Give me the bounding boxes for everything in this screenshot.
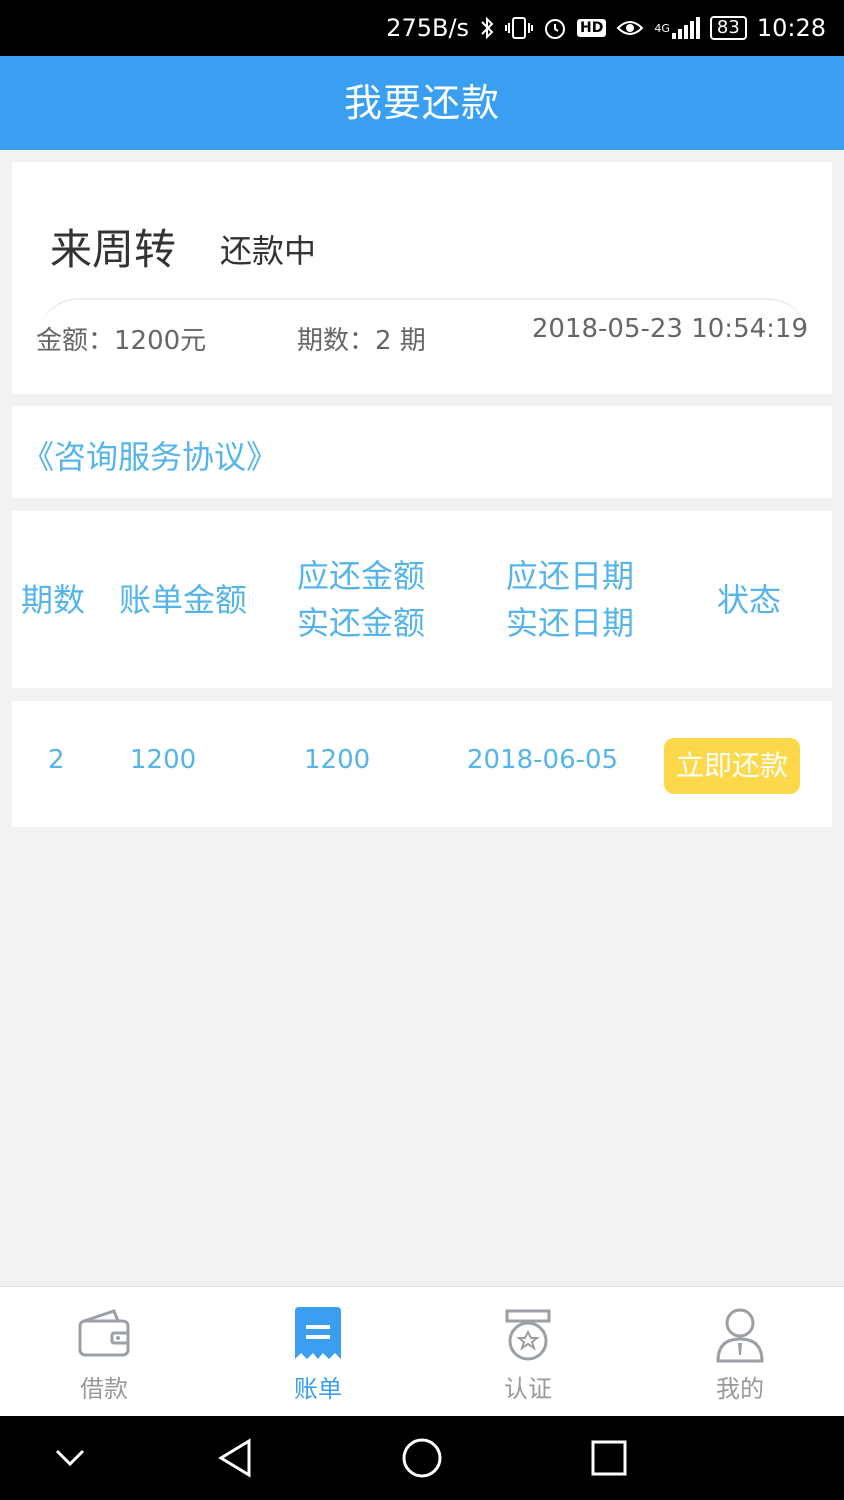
loan-datetime: 2018-05-23 10:54:19 [531, 314, 808, 344]
status-bar: 275B/s HD 4G 83 10:28 [0, 0, 844, 56]
vibrate-icon [505, 16, 534, 40]
header-bill-amount: 账单金额 [118, 581, 247, 619]
recents-icon[interactable] [579, 1416, 639, 1500]
tab-loan-label: 借款 [80, 1375, 128, 1403]
alarm-icon [543, 16, 567, 40]
tab-certification[interactable]: 认证 [448, 1287, 608, 1417]
tab-bill[interactable]: 账单 [238, 1287, 398, 1417]
repay-now-button[interactable]: 立即还款 [664, 738, 800, 794]
header-status: 状态 [716, 581, 781, 619]
hd-icon: HD [577, 19, 607, 37]
cell-period: 2 [48, 745, 65, 775]
signal-icon: 4G [654, 17, 700, 39]
cell-due-date: 2018-06-05 [467, 745, 619, 775]
loan-amount: 金额：1200元 [36, 326, 207, 356]
header-paid-amount: 实还金额 [296, 604, 425, 642]
battery-icon: 83 [709, 16, 747, 40]
loan-periods: 期数：2 期 [297, 326, 426, 356]
service-agreement-link[interactable]: 《咨询服务协议》 [22, 432, 278, 478]
wallet-icon [78, 1309, 130, 1357]
eye-icon [616, 18, 644, 38]
bottom-tab-bar: 借款 账单 认证 我的 [0, 1286, 844, 1416]
loan-product-name: 来周转 [50, 225, 177, 274]
status-icons: 275B/s HD 4G 83 10:28 [386, 0, 826, 56]
loan-status: 还款中 [220, 232, 317, 270]
certification-badge-icon [505, 1309, 551, 1361]
tab-loan[interactable]: 借款 [24, 1287, 184, 1417]
header-due-date: 应还日期 [505, 557, 634, 595]
tab-bill-label: 账单 [294, 1375, 342, 1403]
clock: 10:28 [756, 14, 826, 42]
app-header: 我要还款 [0, 56, 844, 150]
page-title: 我要还款 [343, 81, 500, 125]
network-type: 4G [654, 21, 670, 35]
collapse-icon[interactable] [40, 1416, 100, 1500]
table-row: 2 1200 1200 2018-06-05 立即还款 [12, 701, 832, 827]
tab-mine[interactable]: 我的 [660, 1287, 820, 1417]
back-icon[interactable] [205, 1416, 265, 1500]
home-icon[interactable] [392, 1416, 452, 1500]
cell-due-amount: 1200 [304, 745, 371, 775]
cell-bill-amount: 1200 [130, 745, 197, 775]
system-nav-bar [0, 1416, 844, 1500]
agreement-card: 《咨询服务协议》 [12, 406, 832, 498]
user-icon [716, 1308, 764, 1363]
header-paid-date: 实还日期 [505, 604, 634, 642]
header-period: 期数 [20, 581, 85, 619]
table-header: 期数 账单金额 应还金额 实还金额 应还日期 实还日期 状态 [12, 511, 832, 688]
network-speed: 275B/s [386, 14, 470, 42]
bluetooth-icon [479, 16, 495, 40]
tab-mine-label: 我的 [716, 1375, 764, 1403]
bill-icon [295, 1307, 341, 1359]
tab-certification-label: 认证 [504, 1375, 552, 1403]
loan-info-card: 来周转 还款中 金额：1200元 期数：2 期 2018-05-23 10:54… [12, 162, 832, 394]
header-due-amount: 应还金额 [296, 557, 425, 595]
